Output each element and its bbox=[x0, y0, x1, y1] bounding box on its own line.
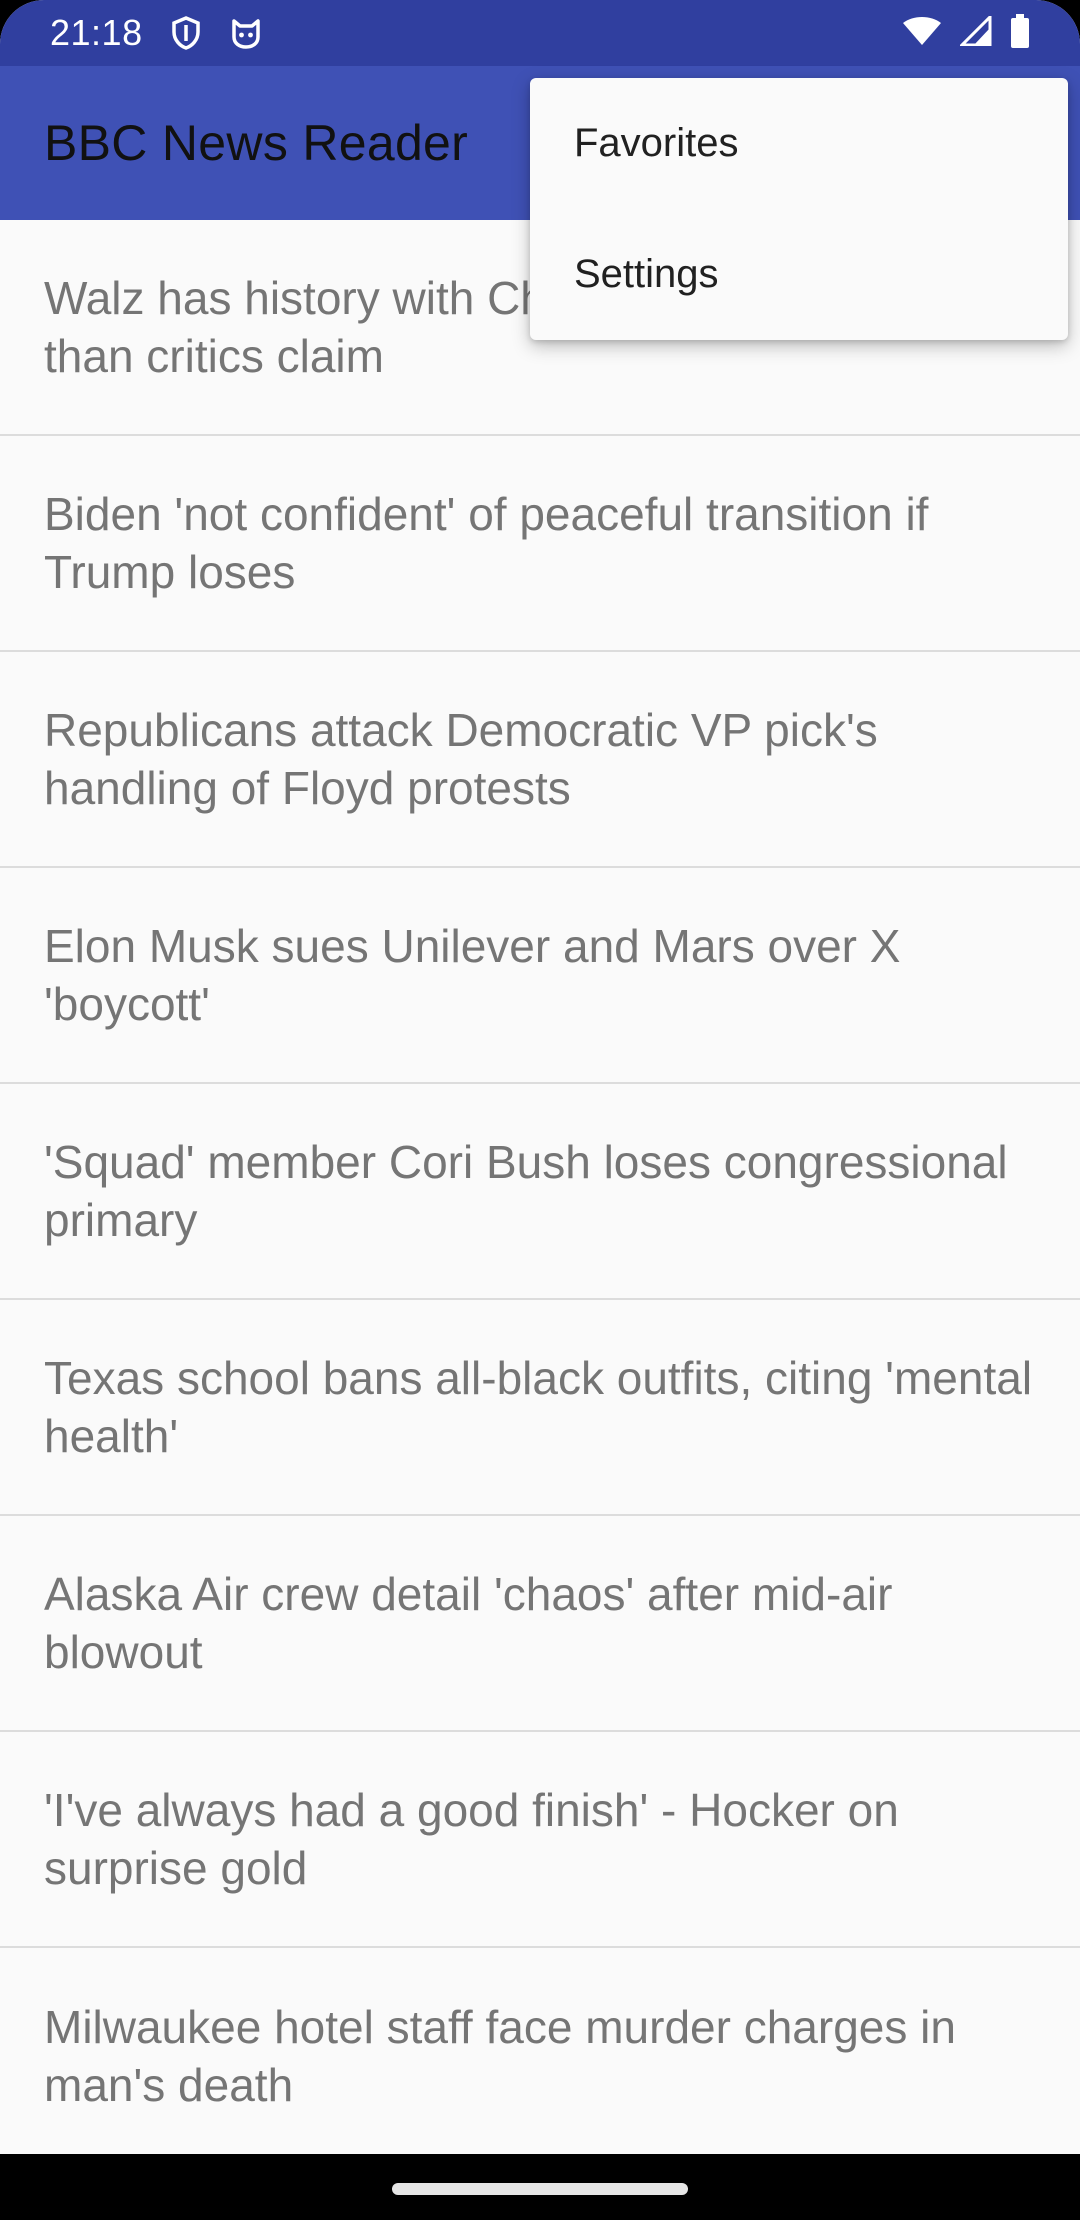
news-title: Elon Musk sues Unilever and Mars over X … bbox=[44, 920, 901, 1030]
menu-item-label: Settings bbox=[574, 252, 719, 296]
battery-icon bbox=[1010, 13, 1030, 53]
news-title: 'I've always had a good finish' - Hocker… bbox=[44, 1784, 899, 1894]
navigation-bar bbox=[0, 2154, 1080, 2220]
news-title: Milwaukee hotel staff face murder charge… bbox=[44, 2001, 956, 2111]
menu-item-label: Favorites bbox=[574, 121, 739, 165]
news-item[interactable]: Milwaukee hotel staff face murder charge… bbox=[0, 1948, 1080, 2154]
news-title: 'Squad' member Cori Bush loses congressi… bbox=[44, 1136, 1008, 1246]
cat-icon bbox=[229, 17, 263, 49]
status-bar: 21:18 bbox=[0, 0, 1080, 66]
overflow-menu: Favorites Settings bbox=[530, 78, 1068, 340]
shield-icon bbox=[171, 16, 201, 50]
news-title: Biden 'not confident' of peaceful transi… bbox=[44, 488, 929, 598]
app-title: BBC News Reader bbox=[44, 115, 469, 171]
menu-item-favorites[interactable]: Favorites bbox=[530, 78, 1068, 209]
status-time: 21:18 bbox=[50, 12, 143, 53]
news-item[interactable]: 'Squad' member Cori Bush loses congressi… bbox=[0, 1084, 1080, 1300]
news-title: Texas school bans all-black outfits, cit… bbox=[44, 1352, 1033, 1462]
news-title: Alaska Air crew detail 'chaos' after mid… bbox=[44, 1568, 893, 1678]
phone-screen: 21:18 BBC News Reader Walz has history w… bbox=[0, 0, 1080, 2220]
signal-icon bbox=[958, 12, 992, 51]
news-item[interactable]: Alaska Air crew detail 'chaos' after mid… bbox=[0, 1516, 1080, 1732]
wifi-icon bbox=[902, 16, 942, 51]
news-item[interactable]: Elon Musk sues Unilever and Mars over X … bbox=[0, 868, 1080, 1084]
home-gesture-handle[interactable] bbox=[392, 2183, 688, 2195]
status-icons-right bbox=[902, 12, 1030, 53]
news-item[interactable]: Biden 'not confident' of peaceful transi… bbox=[0, 436, 1080, 652]
news-list[interactable]: Walz has history with China but is more … bbox=[0, 220, 1080, 2154]
news-title: Republicans attack Democratic VP pick's … bbox=[44, 704, 878, 814]
menu-item-settings[interactable]: Settings bbox=[530, 209, 1068, 340]
news-item[interactable]: Republicans attack Democratic VP pick's … bbox=[0, 652, 1080, 868]
news-item[interactable]: 'I've always had a good finish' - Hocker… bbox=[0, 1732, 1080, 1948]
news-item[interactable]: Texas school bans all-black outfits, cit… bbox=[0, 1300, 1080, 1516]
